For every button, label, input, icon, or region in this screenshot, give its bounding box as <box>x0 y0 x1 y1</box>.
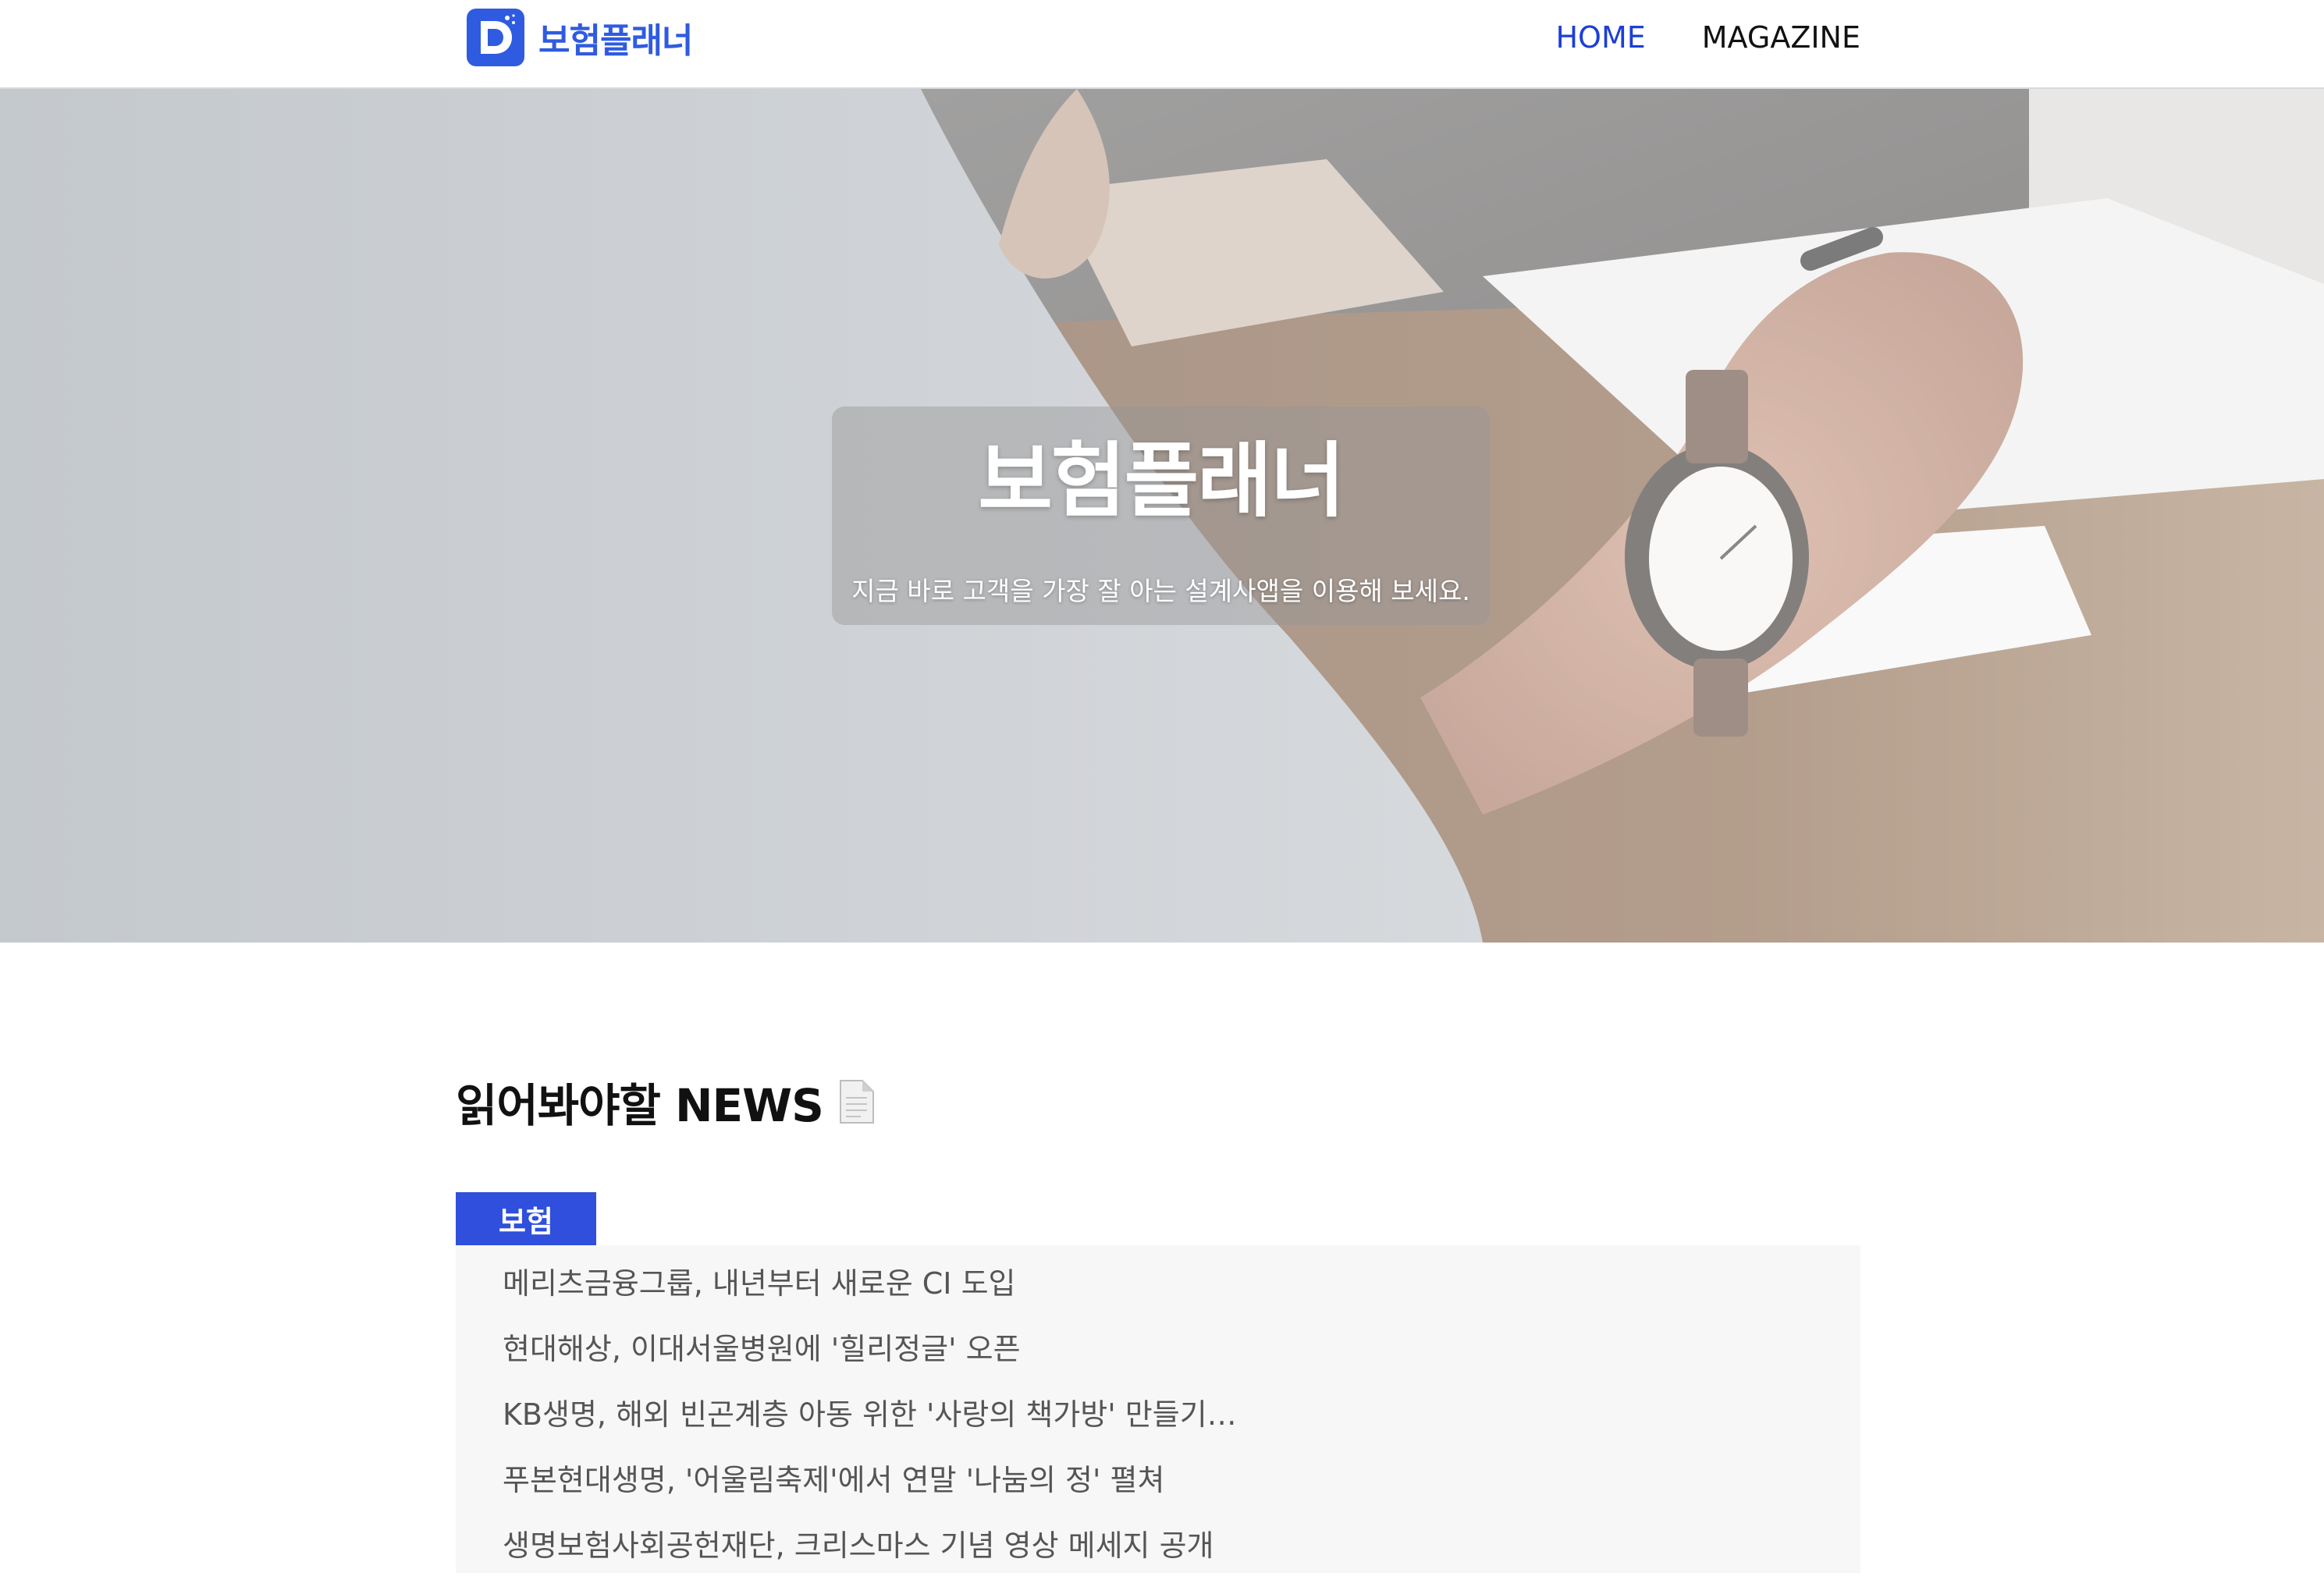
nav-home-link[interactable]: HOME <box>1555 14 1645 61</box>
brand-logo-icon <box>467 9 524 66</box>
hero-title: 보험플래너 <box>978 433 1345 528</box>
news-item-link[interactable]: KB생명, 해외 빈곤계층 아동 위한 '사랑의 책가방' 만들기… <box>503 1390 1237 1433</box>
nav-magazine-link[interactable]: MAGAZINE <box>1702 14 1860 61</box>
news-list-panel: 메리츠금융그룹, 내년부터 새로운 CI 도입 현대해상, 이대서울병원에 '힐… <box>456 1245 1860 1573</box>
hero-banner: 보험플래너 지금 바로 고객을 가장 잘 아는 설계사앱을 이용해 보세요. <box>0 89 2324 943</box>
hero-subtitle: 지금 바로 고객을 가장 잘 아는 설계사앱을 이용해 보세요. <box>851 576 1470 606</box>
brand-name: 보험플래너 <box>538 21 693 61</box>
news-item-link[interactable]: 푸본현대생명, '어울림축제'에서 연말 '나눔의 정' 펼쳐 <box>503 1456 1164 1499</box>
news-item-link[interactable]: 메리츠금융그룹, 내년부터 새로운 CI 도입 <box>503 1259 1016 1302</box>
top-header: 보험플래너 HOME MAGAZINE <box>0 0 2324 89</box>
main-nav: HOME MAGAZINE <box>1555 14 1860 61</box>
brand-logo-link[interactable]: 보험플래너 <box>467 9 693 66</box>
news-item-link[interactable]: 생명보험사회공헌재단, 크리스마스 기념 영상 메세지 공개 <box>503 1521 1214 1564</box>
news-item-link[interactable]: 현대해상, 이대서울병원에 '힐리정글' 오픈 <box>503 1325 1021 1368</box>
hero-caption-card: 보험플래너 지금 바로 고객을 가장 잘 아는 설계사앱을 이용해 보세요. <box>832 407 1490 625</box>
document-icon <box>837 1079 875 1124</box>
tab-insurance[interactable]: 보험 <box>456 1192 596 1245</box>
news-section-title: 읽어봐야할 NEWS <box>456 1069 875 1134</box>
news-heading-text: 읽어봐야할 NEWS <box>456 1079 824 1132</box>
